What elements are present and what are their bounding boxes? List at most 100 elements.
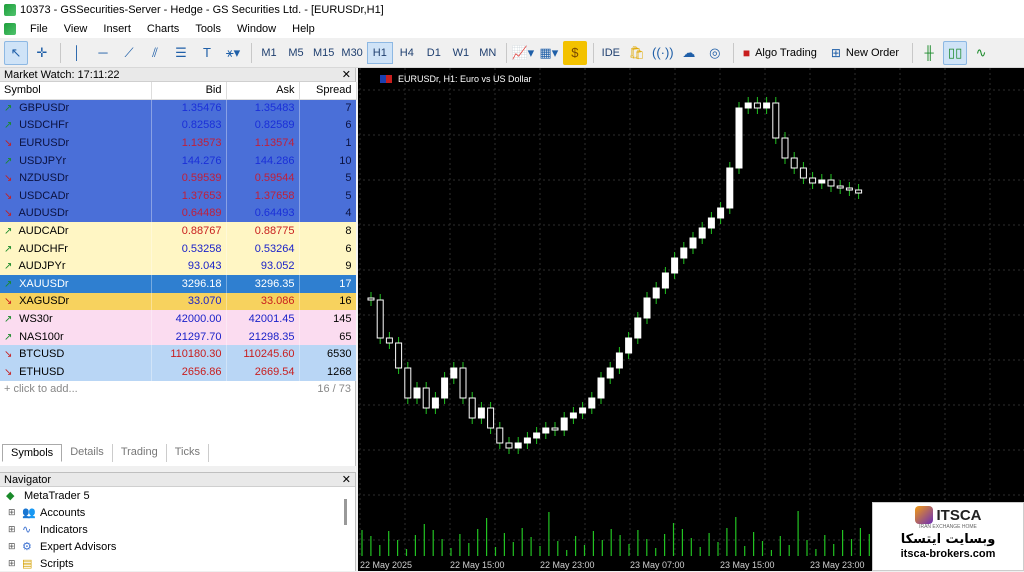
table-row[interactable]: ↘ XAGUSDr 33.070 33.086 16 <box>0 292 357 311</box>
trendline-icon[interactable]: ⟋ <box>117 41 141 65</box>
symbol-cell[interactable]: ↗ AUDJPYr <box>0 257 152 275</box>
table-row[interactable]: ↗ USDCHFr 0.82583 0.82589 6 <box>0 116 357 135</box>
symbol-cell[interactable]: ↘ NZDUSDr <box>0 169 152 187</box>
menu-view[interactable]: View <box>58 23 98 35</box>
timeframe-w1[interactable]: W1 <box>448 42 474 64</box>
nav-item-scripts[interactable]: ⊞ ▤ Scripts <box>0 555 355 572</box>
community-icon[interactable]: ◎ <box>703 41 727 65</box>
timeframe-m1[interactable]: M1 <box>256 42 282 64</box>
indicators-dropdown-icon[interactable]: 📈▾ <box>511 41 535 65</box>
price-chart[interactable]: 22 May 2025 22 May 15:00 22 May 23:00 23 Ma… <box>358 68 1024 571</box>
vps-cloud-icon[interactable]: ☁ <box>677 41 701 65</box>
table-row[interactable]: ↗ USDJPYr 144.276 144.286 10 <box>0 151 357 170</box>
table-row[interactable]: ↘ EURUSDr 1.13573 1.13574 1 <box>0 134 357 152</box>
arrow-up-icon: ↗ <box>4 225 13 237</box>
tab-trading[interactable]: Trading <box>113 444 167 462</box>
horizontal-line-icon[interactable]: ─ <box>91 41 115 65</box>
nav-item-accounts[interactable]: ⊞ 👥 Accounts <box>0 504 355 521</box>
nav-item-indicators[interactable]: ⊞ ∿ Indicators <box>0 521 355 538</box>
menu-help[interactable]: Help <box>286 23 325 35</box>
symbol-cell[interactable]: ↗ WS30r <box>0 310 152 328</box>
symbol-cell[interactable]: ↘ BTCUSD <box>0 345 152 363</box>
line-chart-icon[interactable]: ∿ <box>969 41 993 65</box>
symbol-cell[interactable]: ↗ AUDCADr <box>0 222 152 240</box>
symbol-cell[interactable]: ↘ AUDUSDr <box>0 204 152 223</box>
table-row[interactable]: ↗ WS30r 42000.00 42001.45 145 <box>0 310 357 328</box>
app-menu-icon[interactable] <box>4 23 16 35</box>
symbol-cell[interactable]: ↗ AUDCHFr <box>0 239 152 258</box>
candle-body <box>698 227 706 239</box>
one-click-trading-icon[interactable]: $ <box>562 40 587 65</box>
table-row[interactable]: ↗ AUDCHFr 0.53258 0.53264 6 <box>0 239 357 258</box>
table-row[interactable]: ↗ AUDJPYr 93.043 93.052 9 <box>0 257 357 275</box>
column-header-ask[interactable]: Ask <box>226 82 300 100</box>
menu-file[interactable]: File <box>24 23 58 35</box>
tab-ticks[interactable]: Ticks <box>167 444 209 462</box>
symbol-cell[interactable]: ↘ USDCADr <box>0 186 152 205</box>
chart-canvas[interactable]: 22 May 2025 22 May 15:00 22 May 23:00 23 Ma… <box>358 68 1024 571</box>
navigator-scrollbar[interactable] <box>344 499 347 525</box>
symbol-cell[interactable]: ↗ USDCHFr <box>0 116 152 135</box>
menu-window[interactable]: Window <box>231 23 286 35</box>
table-row[interactable]: ↘ ETHUSD 2656.86 2669.54 1268 <box>0 362 357 381</box>
menu-charts[interactable]: Charts <box>141 23 189 35</box>
close-icon[interactable]: ✕ <box>342 473 351 486</box>
expand-icon[interactable]: ⊞ <box>8 507 18 518</box>
market-bag-icon[interactable]: 🛍 <box>625 41 649 65</box>
timeframe-h1[interactable]: H1 <box>366 41 393 64</box>
text-tool-icon[interactable]: T <box>195 41 219 65</box>
ask-cell: 144.286 <box>226 151 300 170</box>
vertical-line-icon[interactable]: │ <box>65 41 89 65</box>
timeframe-mn[interactable]: MN <box>475 42 501 64</box>
timeframe-d1[interactable]: D1 <box>421 42 447 64</box>
channel-icon[interactable]: ⫽ <box>143 41 167 65</box>
column-header-symbol[interactable]: Symbol <box>0 82 152 100</box>
symbol-cell[interactable]: ↘ EURUSDr <box>0 134 152 152</box>
table-row[interactable]: ↗ AUDCADr 0.88767 0.88775 8 <box>0 222 357 240</box>
timeframe-m30[interactable]: M30 <box>338 42 365 64</box>
table-row[interactable]: ↗ XAUUSDr 3296.18 3296.35 17 <box>0 274 357 293</box>
ide-button[interactable]: IDE <box>598 42 624 64</box>
symbol-cell[interactable]: ↗ USDJPYr <box>0 151 152 170</box>
column-header-bid[interactable]: Bid <box>151 82 227 100</box>
expand-icon[interactable]: ⊞ <box>8 541 18 552</box>
timeframe-m15[interactable]: M15 <box>310 42 337 64</box>
timeframe-m5[interactable]: M5 <box>283 42 309 64</box>
symbol-cell[interactable]: ↘ ETHUSD <box>0 362 152 381</box>
table-row[interactable]: ↗ NAS100r 21297.70 21298.35 65 <box>0 327 357 346</box>
algo-trading-button[interactable]: ■ Algo Trading <box>738 42 822 64</box>
table-row[interactable]: ↘ AUDUSDr 0.64489 0.64493 4 <box>0 204 357 223</box>
menu-insert[interactable]: Insert <box>97 23 141 35</box>
nav-item-expert-advisors[interactable]: ⊞ ⚙ Expert Advisors <box>0 538 355 555</box>
symbol-cell[interactable]: ↘ XAGUSDr <box>0 292 152 311</box>
crosshair-tool-icon[interactable]: ✛ <box>30 41 54 65</box>
column-header-spread[interactable]: Spread <box>299 82 357 100</box>
expand-icon[interactable]: ⊞ <box>8 524 18 535</box>
candlestick-chart-icon[interactable]: ▯▯ <box>943 40 968 65</box>
close-icon[interactable]: ✕ <box>342 68 351 81</box>
symbol-cell[interactable]: ↗ XAUUSDr <box>0 274 152 293</box>
tab-details[interactable]: Details <box>62 444 113 462</box>
fibonacci-icon[interactable]: ☰ <box>169 41 193 65</box>
nav-root[interactable]: ◆ MetaTrader 5 <box>0 487 355 504</box>
menu-tools[interactable]: Tools <box>189 23 231 35</box>
table-row[interactable]: ↘ BTCUSD 110180.30 110245.60 6530 <box>0 345 357 363</box>
table-row[interactable]: ↘ NZDUSDr 0.59539 0.59544 5 <box>0 169 357 187</box>
ask-cell: 21298.35 <box>226 327 300 346</box>
symbol-cell[interactable]: ↗ GBPUSDr <box>0 99 152 117</box>
signals-icon[interactable]: ((·)) <box>651 41 675 65</box>
shapes-tool-icon[interactable]: ⚹▾ <box>221 41 245 65</box>
add-symbol-link[interactable]: + click to add... <box>4 383 78 397</box>
table-row[interactable]: ↘ USDCADr 1.37653 1.37658 5 <box>0 186 357 205</box>
templates-dropdown-icon[interactable]: ▦▾ <box>537 41 561 65</box>
table-row[interactable]: ↗ GBPUSDr 1.35476 1.35483 7 <box>0 99 357 117</box>
cursor-tool-icon[interactable]: ↖ <box>4 40 28 65</box>
expand-icon[interactable]: ⊞ <box>8 558 18 569</box>
bar-chart-icon[interactable]: ╫ <box>917 41 941 65</box>
candle-body <box>634 317 642 339</box>
symbol-cell[interactable]: ↗ NAS100r <box>0 327 152 346</box>
new-order-button[interactable]: ⊞ New Order <box>826 42 904 64</box>
timeframe-h4[interactable]: H4 <box>394 42 420 64</box>
tab-symbols[interactable]: Symbols <box>2 444 63 462</box>
bid-cell: 3296.18 <box>151 274 227 293</box>
